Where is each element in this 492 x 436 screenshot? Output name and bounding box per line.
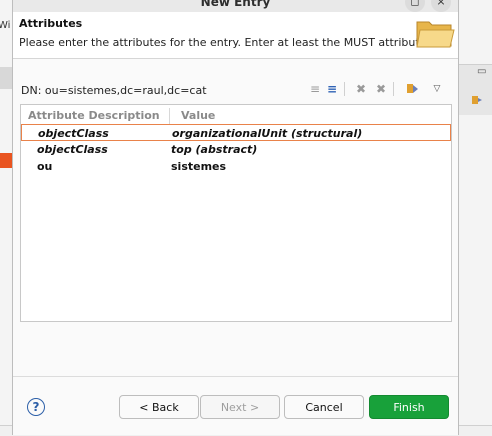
cancel-button[interactable]: Cancel (284, 395, 364, 419)
wizard-header: Attributes Please enter the attributes f… (13, 12, 458, 59)
attribute-cell[interactable]: objectClass (37, 141, 108, 158)
new-entry-dialog: New Entry ◻ × Attributes Please enter th… (12, 0, 459, 435)
table-row[interactable]: objectClass organizationalUnit (structur… (21, 124, 451, 141)
help-button[interactable]: ? (27, 398, 45, 416)
dialog-titlebar: New Entry ◻ × (13, 0, 458, 12)
background-view-strip (457, 64, 492, 115)
toolbar-separator (393, 82, 394, 96)
toolbar-separator (344, 82, 345, 96)
table-row[interactable]: objectClass top (abstract) (21, 141, 451, 158)
value-cell[interactable]: organizationalUnit (structural) (172, 125, 362, 142)
background-minimize-icon[interactable]: ▭ (477, 66, 486, 77)
background-selection-marker (0, 153, 12, 168)
attributes-table: Attribute Description Value objectClass … (20, 104, 452, 322)
value-cell[interactable]: top (abstract) (171, 141, 257, 158)
next-button[interactable]: Next > (200, 395, 280, 419)
view-menu-icon[interactable]: ▽ (429, 80, 445, 98)
background-app-right: ▭ (457, 0, 492, 435)
background-window-fragment: Wi (0, 20, 11, 31)
attribute-cell[interactable]: ou (37, 158, 52, 175)
page-description: Please enter the attributes for the entr… (19, 36, 436, 49)
attribute-cell[interactable]: objectClass (38, 125, 109, 142)
folder-icon (416, 21, 455, 48)
close-button[interactable]: × (431, 0, 451, 12)
maximize-button[interactable]: ◻ (405, 0, 425, 12)
dn-label: DN: ou=sistemes,dc=raul,dc=cat (21, 84, 207, 97)
delete-icon[interactable]: ✖ (353, 80, 369, 98)
finish-button[interactable]: Finish (369, 395, 449, 419)
dialog-title: New Entry (200, 0, 271, 9)
back-button[interactable]: < Back (119, 395, 199, 419)
background-app-left: Wi (0, 0, 12, 435)
delete-all-icon[interactable]: ✖ (373, 80, 389, 98)
background-view-icon[interactable] (471, 94, 483, 106)
table-row[interactable]: ou sistemes (21, 158, 451, 175)
value-cell[interactable]: sistemes (171, 158, 226, 175)
align-bold-icon[interactable]: ≡ (324, 80, 340, 98)
new-attribute-icon[interactable] (404, 80, 420, 98)
button-bar-divider (13, 376, 458, 377)
page-title: Attributes (19, 17, 83, 30)
background-tab-strip (0, 67, 12, 89)
column-separator[interactable] (169, 108, 170, 124)
align-left-icon[interactable]: ≡ (307, 80, 323, 98)
